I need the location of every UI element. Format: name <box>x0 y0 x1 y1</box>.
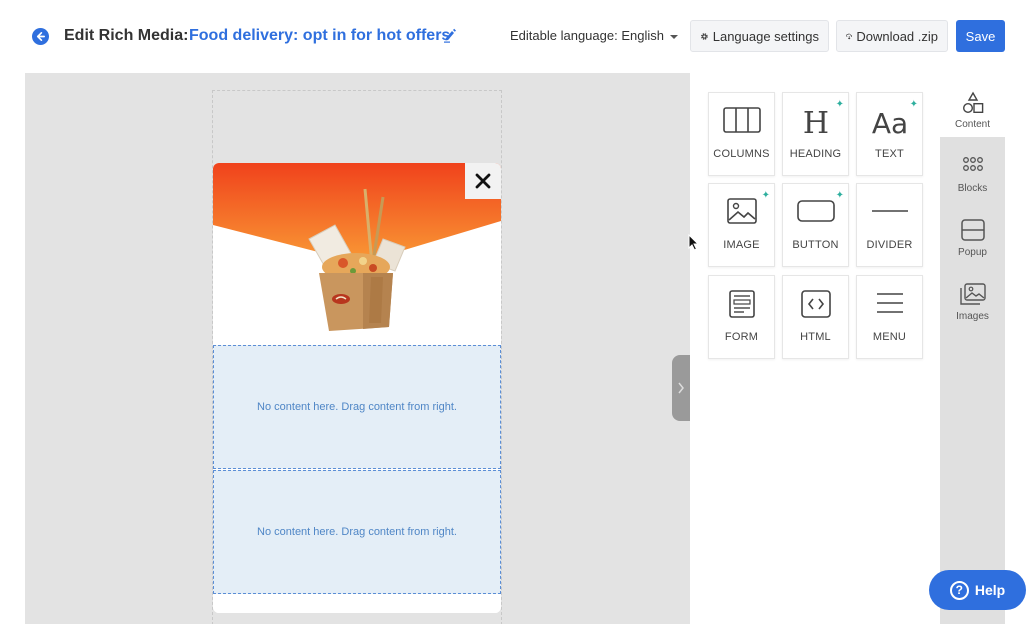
tile-label: HTML <box>800 331 831 343</box>
tile-heading[interactable]: ✦ H HEADING <box>782 92 849 176</box>
download-zip-button[interactable]: Download .zip <box>836 20 948 52</box>
save-button[interactable]: Save <box>956 20 1005 52</box>
chevron-down-icon <box>669 34 678 39</box>
dropzone-text: No content here. Drag content from right… <box>257 526 457 538</box>
pencil-icon[interactable] <box>443 27 457 43</box>
help-button[interactable]: ? Help <box>929 570 1026 610</box>
nav-blocks[interactable]: Blocks <box>940 143 1005 203</box>
tile-divider[interactable]: DIVIDER <box>856 183 923 267</box>
nav-label: Content <box>954 119 991 130</box>
tile-label: HEADING <box>789 148 842 160</box>
sparkle-icon: ✦ <box>909 99 918 110</box>
food-hero-image[interactable] <box>213 163 501 345</box>
editor-header: Edit Rich Media: Food delivery: opt in f… <box>0 0 1031 72</box>
sparkle-icon: ✦ <box>835 99 844 110</box>
chevron-right-icon <box>678 382 684 394</box>
tile-columns[interactable]: COLUMNS <box>708 92 775 176</box>
close-button[interactable] <box>465 163 501 199</box>
blocks-icon <box>962 157 983 171</box>
tile-label: TEXT <box>875 148 904 160</box>
language-settings-label: Language settings <box>712 28 819 44</box>
popup-card[interactable]: No content here. Drag content from right… <box>213 163 501 613</box>
download-label: Download .zip <box>856 28 938 44</box>
sparkle-icon: ✦ <box>835 190 844 201</box>
svg-text:H: H <box>802 107 828 137</box>
tile-menu[interactable]: MENU <box>856 275 923 359</box>
tile-form[interactable]: FORM <box>708 275 775 359</box>
gear-icon <box>701 32 708 40</box>
language-label: Editable language: English <box>510 28 664 43</box>
nav-images[interactable]: Images <box>940 271 1005 331</box>
tile-button[interactable]: ✦ BUTTON <box>782 183 849 267</box>
nav-popup[interactable]: Popup <box>940 207 1005 267</box>
dropzone-1[interactable]: No content here. Drag content from right… <box>213 345 501 469</box>
svg-text:Aa: Aa <box>871 107 907 137</box>
heading-icon: H <box>802 107 828 137</box>
images-icon <box>959 283 986 305</box>
tile-label: IMAGE <box>723 239 760 251</box>
divider-icon <box>871 210 908 212</box>
campaign-name[interactable]: Food delivery: opt in for hot offers <box>189 27 450 45</box>
nav-label: Blocks <box>957 183 988 194</box>
text-icon: Aa <box>871 107 907 137</box>
columns-icon <box>722 107 761 133</box>
tile-label: DIVIDER <box>866 239 913 251</box>
tile-text[interactable]: ✦ Aa TEXT <box>856 92 923 176</box>
close-icon <box>475 173 491 189</box>
popup-footer <box>213 595 501 613</box>
popup-icon <box>960 219 985 241</box>
html-icon <box>800 290 831 318</box>
collapse-panel-tab[interactable] <box>672 355 690 421</box>
language-settings-button[interactable]: Language settings <box>690 20 829 52</box>
question-icon: ? <box>949 580 969 600</box>
sparkle-icon: ✦ <box>761 190 770 201</box>
nav-label: Popup <box>958 247 987 258</box>
tile-label: FORM <box>724 331 759 343</box>
tile-label: MENU <box>872 331 907 343</box>
back-arrow-icon[interactable] <box>32 28 49 45</box>
nav-label: Images <box>956 311 989 322</box>
dropzone-2[interactable]: No content here. Drag content from right… <box>213 470 501 594</box>
page-title: Edit Rich Media: <box>64 27 189 44</box>
image-icon <box>726 198 757 224</box>
mouse-cursor-icon <box>688 234 700 251</box>
shapes-icon <box>962 91 983 114</box>
tile-label: COLUMNS <box>713 148 770 160</box>
tile-html[interactable]: HTML <box>782 275 849 359</box>
button-icon <box>796 200 835 222</box>
help-label: Help <box>974 582 1006 598</box>
menu-icon <box>876 293 903 313</box>
download-icon <box>846 33 852 39</box>
editor-canvas: No content here. Drag content from right… <box>25 73 690 624</box>
nav-content[interactable]: Content <box>940 79 1005 139</box>
language-dropdown[interactable]: Editable language: English <box>510 28 678 43</box>
side-nav: Content Blocks Popup Images <box>940 73 1005 624</box>
dropzone-text: No content here. Drag content from right… <box>257 401 457 413</box>
tile-label: BUTTON <box>792 239 839 251</box>
tile-image[interactable]: ✦ IMAGE <box>708 183 775 267</box>
form-icon <box>728 290 755 318</box>
